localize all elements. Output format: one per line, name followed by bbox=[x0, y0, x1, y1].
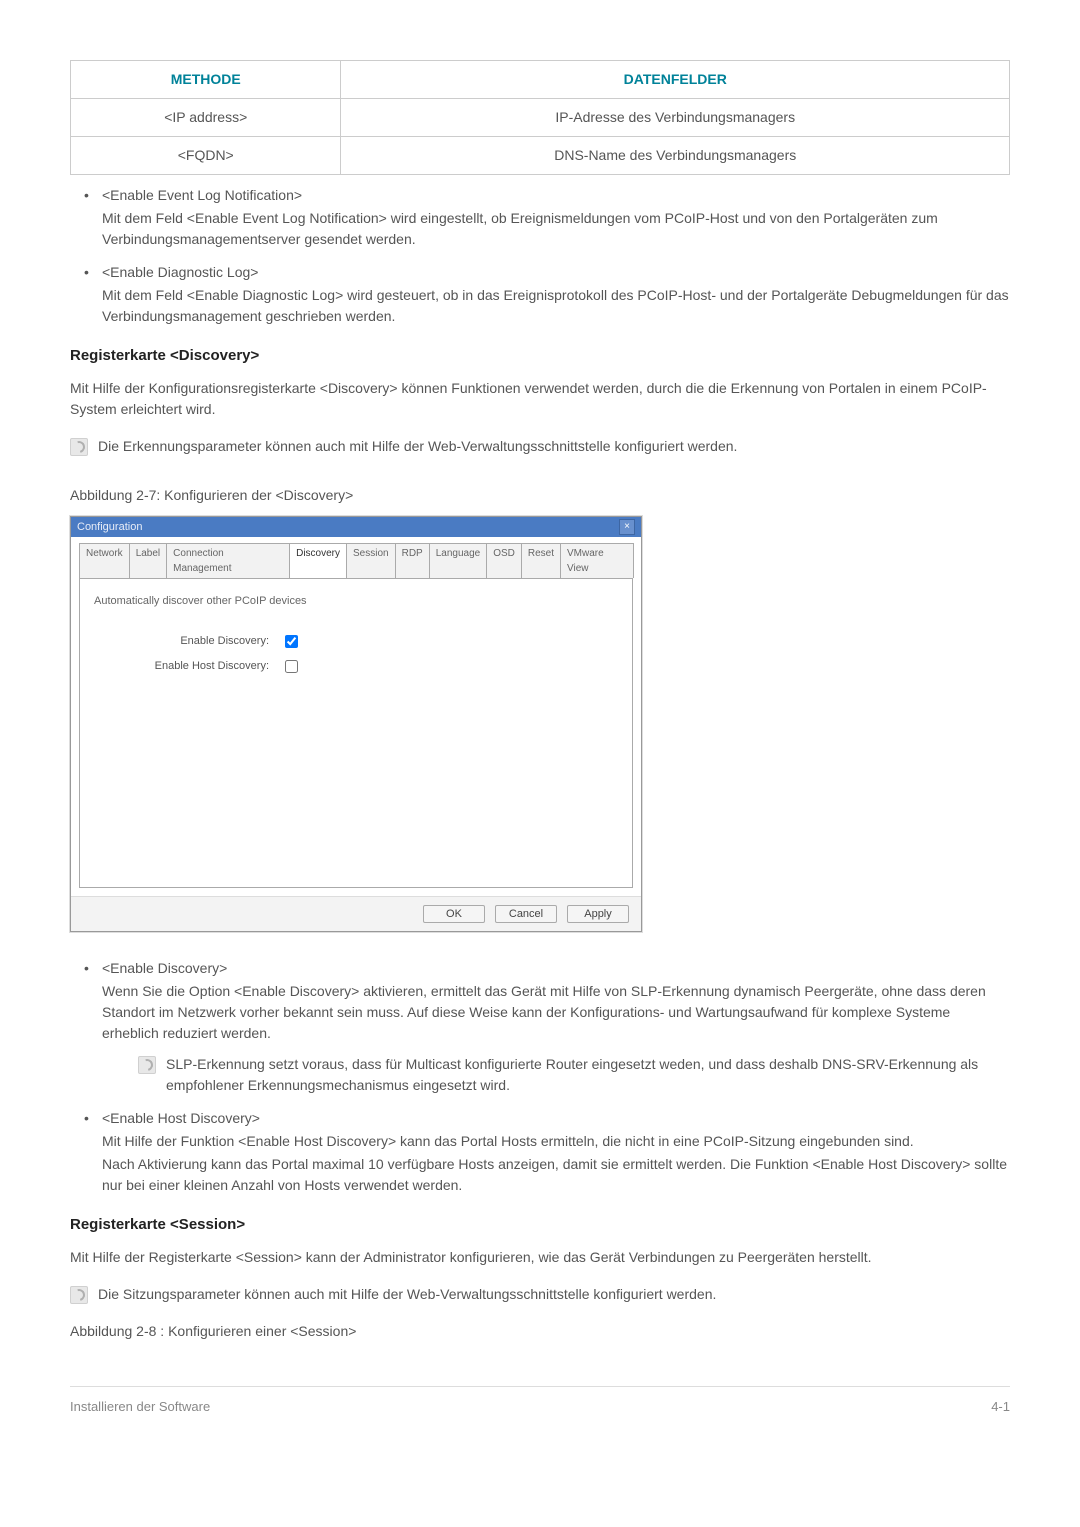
cell-field: DNS-Name des Verbindungsmanagers bbox=[341, 137, 1010, 175]
close-icon[interactable]: × bbox=[619, 519, 635, 535]
cancel-button[interactable]: Cancel bbox=[495, 905, 557, 923]
discovery-intro: Mit Hilfe der Konfigurationsregisterkart… bbox=[70, 378, 1010, 420]
bullet-desc: Wenn Sie die Option <Enable Discovery> a… bbox=[102, 981, 1010, 1044]
info-icon bbox=[138, 1056, 156, 1074]
figure-caption-2-7: Abbildung 2-7: Konfigurieren der <Discov… bbox=[70, 485, 1010, 506]
list-item: <Enable Diagnostic Log> Mit dem Feld <En… bbox=[84, 262, 1010, 327]
dialog-buttons: OK Cancel Apply bbox=[71, 896, 641, 931]
tab-discovery[interactable]: Discovery bbox=[289, 543, 347, 578]
session-intro: Mit Hilfe der Registerkarte <Session> ka… bbox=[70, 1247, 1010, 1268]
cell-method: <FQDN> bbox=[71, 137, 341, 175]
table-row: <FQDN> DNS-Name des Verbindungsmanagers bbox=[71, 137, 1010, 175]
page-footer: Installieren der Software 4-1 bbox=[70, 1386, 1010, 1417]
configuration-dialog: Configuration × Network Label Connection… bbox=[70, 516, 642, 933]
list-item: <Enable Host Discovery> Mit Hilfe der Fu… bbox=[84, 1108, 1010, 1196]
session-note: Die Sitzungsparameter können auch mit Hi… bbox=[70, 1284, 1010, 1305]
discovery-note: Die Erkennungsparameter können auch mit … bbox=[70, 436, 1010, 457]
footer-right: 4-1 bbox=[991, 1397, 1010, 1417]
bullet-desc: Mit Hilfe der Funktion <Enable Host Disc… bbox=[102, 1131, 1010, 1152]
cell-method: <IP address> bbox=[71, 99, 341, 137]
list-item: <Enable Event Log Notification> Mit dem … bbox=[84, 185, 1010, 250]
ok-button[interactable]: OK bbox=[423, 905, 485, 923]
bullet-term: <Enable Event Log Notification> bbox=[102, 185, 1010, 206]
note-text: Die Erkennungsparameter können auch mit … bbox=[98, 436, 737, 457]
enable-discovery-label: Enable Discovery: bbox=[94, 633, 281, 650]
tab-rdp[interactable]: RDP bbox=[395, 543, 430, 578]
apply-button[interactable]: Apply bbox=[567, 905, 629, 923]
dialog-title: Configuration bbox=[77, 519, 142, 536]
figure-caption-2-8: Abbildung 2-8 : Konfigurieren einer <Ses… bbox=[70, 1321, 1010, 1342]
bullet-term: <Enable Host Discovery> bbox=[102, 1108, 1010, 1129]
enable-discovery-field: Enable Discovery: bbox=[94, 632, 618, 651]
bullet-desc: Mit dem Feld <Enable Event Log Notificat… bbox=[102, 208, 1010, 250]
tab-network[interactable]: Network bbox=[79, 543, 130, 578]
tab-vmware-view[interactable]: VMware View bbox=[560, 543, 634, 578]
tab-label[interactable]: Label bbox=[129, 543, 167, 578]
footer-left: Installieren der Software bbox=[70, 1397, 210, 1417]
cell-field: IP-Adresse des Verbindungsmanagers bbox=[341, 99, 1010, 137]
list-item: <Enable Discovery> Wenn Sie die Option <… bbox=[84, 958, 1010, 1096]
bullet-desc: Mit dem Feld <Enable Diagnostic Log> wir… bbox=[102, 285, 1010, 327]
tab-session[interactable]: Session bbox=[346, 543, 396, 578]
discovery-bullet-list: <Enable Discovery> Wenn Sie die Option <… bbox=[70, 958, 1010, 1196]
enable-host-discovery-checkbox[interactable] bbox=[285, 660, 298, 673]
tab-connection-management[interactable]: Connection Management bbox=[166, 543, 290, 578]
info-icon bbox=[70, 438, 88, 456]
table-row: <IP address> IP-Adresse des Verbindungsm… bbox=[71, 99, 1010, 137]
note-text: Die Sitzungsparameter können auch mit Hi… bbox=[98, 1284, 716, 1305]
top-bullet-list: <Enable Event Log Notification> Mit dem … bbox=[70, 185, 1010, 327]
col-header-field: DATENFELDER bbox=[341, 61, 1010, 99]
bullet-term: <Enable Discovery> bbox=[102, 958, 1010, 979]
dialog-tab-content: Automatically discover other PCoIP devic… bbox=[79, 578, 633, 888]
info-icon bbox=[70, 1286, 88, 1304]
note-text: SLP-Erkennung setzt voraus, dass für Mul… bbox=[166, 1054, 1010, 1096]
discovery-heading: Registerkarte <Discovery> bbox=[70, 345, 1010, 368]
dialog-tabs: Network Label Connection Management Disc… bbox=[79, 543, 633, 578]
tab-osd[interactable]: OSD bbox=[486, 543, 522, 578]
sub-note: SLP-Erkennung setzt voraus, dass für Mul… bbox=[138, 1054, 1010, 1096]
enable-host-discovery-label: Enable Host Discovery: bbox=[94, 658, 281, 675]
enable-host-discovery-field: Enable Host Discovery: bbox=[94, 657, 618, 676]
tab-reset[interactable]: Reset bbox=[521, 543, 561, 578]
dialog-desc: Automatically discover other PCoIP devic… bbox=[94, 593, 618, 610]
methods-table: METHODE DATENFELDER <IP address> IP-Adre… bbox=[70, 60, 1010, 175]
tab-language[interactable]: Language bbox=[429, 543, 488, 578]
enable-discovery-checkbox[interactable] bbox=[285, 635, 298, 648]
session-heading: Registerkarte <Session> bbox=[70, 1214, 1010, 1237]
bullet-term: <Enable Diagnostic Log> bbox=[102, 262, 1010, 283]
dialog-titlebar: Configuration × bbox=[71, 517, 641, 538]
bullet-desc-2: Nach Aktivierung kann das Portal maximal… bbox=[102, 1154, 1010, 1196]
col-header-method: METHODE bbox=[71, 61, 341, 99]
